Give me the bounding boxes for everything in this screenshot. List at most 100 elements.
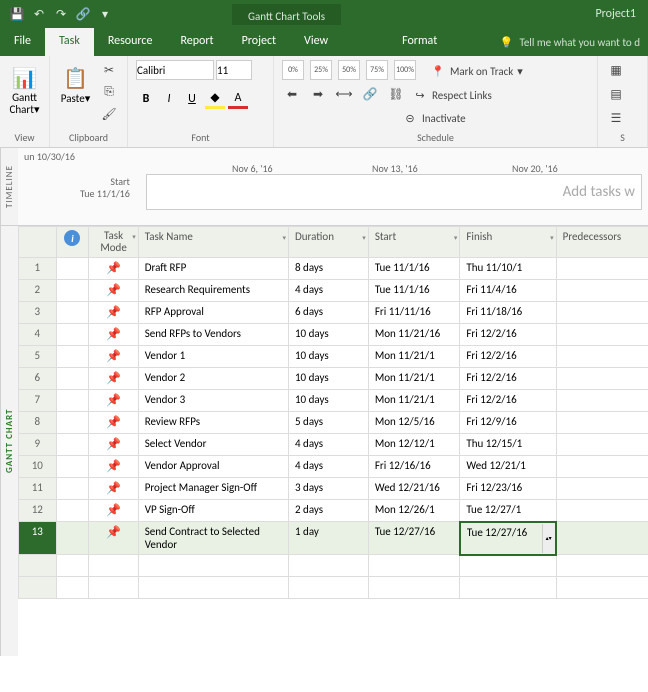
cell-rownum[interactable]: 3 [19, 302, 57, 324]
qat-more-icon[interactable]: ▾ [96, 5, 114, 23]
cell-start[interactable]: Mon 12/5/16 [368, 412, 460, 434]
cell-indicator[interactable] [56, 390, 89, 412]
cell-predecessors[interactable] [556, 280, 648, 302]
cell-rownum[interactable]: 11 [19, 478, 57, 500]
table-row[interactable]: 12📌VP Sign-Off2 daysMon 12/26/1Tue 12/27… [19, 500, 648, 522]
table-row[interactable]: 10📌Vendor Approval4 daysFri 12/16/16Wed … [19, 456, 648, 478]
inactivate-button[interactable]: Inactivate [422, 112, 466, 125]
cell-taskname[interactable]: Vendor 1 [138, 346, 288, 368]
redo-icon[interactable]: ↷ [52, 5, 70, 23]
table-row[interactable]: 5 📌Vendor 110 daysMon 11/21/1Fri 12/2/16 [19, 346, 648, 368]
cell-indicator[interactable] [56, 522, 89, 555]
cell-taskname[interactable]: Send RFPs to Vendors [138, 324, 288, 346]
pct-75[interactable]: 75% [366, 60, 388, 80]
cell-start[interactable]: Fri 12/16/16 [368, 456, 460, 478]
cell-finish[interactable]: Fri 12/23/16 [460, 478, 556, 500]
cell-finish[interactable]: Fri 12/2/16 [460, 324, 556, 346]
link-icon[interactable]: 🔗 [74, 5, 92, 23]
cell-start[interactable]: Mon 11/21/1 [368, 346, 460, 368]
cell-rownum[interactable]: 12 [19, 500, 57, 522]
col-predecessors[interactable]: Predecessors▾ [556, 227, 648, 258]
pct-50[interactable]: 50% [338, 60, 360, 80]
undo-icon[interactable]: ↶ [30, 5, 48, 23]
cell-taskmode[interactable]: 📌 [89, 346, 138, 368]
cell-taskmode[interactable]: 📌 [89, 390, 138, 412]
cell-taskname[interactable]: Project Manager Sign-Off [138, 478, 288, 500]
move-task-icon[interactable]: ▦ [606, 60, 626, 80]
cell-taskmode[interactable]: 📌 [89, 478, 138, 500]
font-name-select[interactable] [136, 60, 214, 80]
background-color-button[interactable]: ◆ [205, 89, 225, 109]
cell-rownum[interactable]: 10 [19, 456, 57, 478]
format-painter-icon[interactable]: 🖌 [99, 104, 119, 124]
cell-start[interactable]: Fri 11/11/16 [368, 302, 460, 324]
tab-view[interactable]: View [290, 28, 342, 56]
cell-duration[interactable]: 10 days [288, 346, 368, 368]
table-row[interactable]: 7📌Vendor 310 daysMon 11/21/1Fri 12/2/16 [19, 390, 648, 412]
col-taskname[interactable]: Task Name▾ [138, 227, 288, 258]
cell-indicator[interactable] [56, 302, 89, 324]
cell-finish[interactable]: Wed 12/21/1 [460, 456, 556, 478]
cell-finish[interactable]: Thu 12/15/1 [460, 434, 556, 456]
mark-on-track-button[interactable]: Mark on Track [450, 65, 513, 78]
cell-predecessors[interactable] [556, 478, 648, 500]
cell-duration[interactable]: 4 days [288, 456, 368, 478]
cell-predecessors[interactable] [556, 456, 648, 478]
link-tasks-icon[interactable]: 🔗 [360, 84, 380, 104]
cell-indicator[interactable] [56, 258, 89, 280]
spinner-icon[interactable]: ▴▾ [542, 524, 554, 553]
inspect-icon[interactable]: ☰ [606, 108, 626, 128]
table-row[interactable]: 13📌Send Contract to Selected Vendor1 day… [19, 522, 648, 555]
cell-taskmode[interactable]: 📌 [89, 302, 138, 324]
split-task-icon[interactable]: ⟷ [334, 84, 354, 104]
cell-taskname[interactable]: Select Vendor [138, 434, 288, 456]
indent-icon[interactable]: ➡ [308, 84, 328, 104]
unlink-tasks-icon[interactable]: ⛓ [386, 84, 406, 104]
cell-predecessors[interactable] [556, 302, 648, 324]
tell-me[interactable]: 💡Tell me what you want to d [492, 28, 648, 56]
cell-rownum[interactable]: 5 [19, 346, 57, 368]
cell-taskname[interactable]: Vendor 2 [138, 368, 288, 390]
table-row[interactable]: 2📌Research Requirements4 daysTue 11/1/16… [19, 280, 648, 302]
cell-taskmode[interactable]: 📌 [89, 500, 138, 522]
italic-button[interactable]: I [159, 89, 179, 109]
paste-button[interactable]: 📋 Paste▾ [58, 60, 93, 105]
cell-predecessors[interactable] [556, 258, 648, 280]
underline-button[interactable]: U [182, 89, 202, 109]
table-row[interactable]: 9📌Select Vendor4 daysMon 12/12/1Thu 12/1… [19, 434, 648, 456]
cell-rownum[interactable]: 7 [19, 390, 57, 412]
cell-taskname[interactable]: Draft RFP [138, 258, 288, 280]
table-row[interactable]: 8📌Review RFPs5 daysMon 12/5/16Fri 12/9/1… [19, 412, 648, 434]
cell-taskname[interactable]: Vendor Approval [138, 456, 288, 478]
cell-finish[interactable]: Fri 11/4/16 [460, 280, 556, 302]
cell-taskmode[interactable]: 📌 [89, 258, 138, 280]
cell-finish[interactable]: Fri 12/2/16 [460, 368, 556, 390]
cell-finish[interactable]: Tue 12/27/16▴▾ [460, 522, 556, 555]
col-duration[interactable]: Duration▾ [288, 227, 368, 258]
cell-indicator[interactable] [56, 280, 89, 302]
cell-taskmode[interactable]: 📌 [89, 280, 138, 302]
cell-predecessors[interactable] [556, 522, 648, 555]
cell-finish[interactable]: Thu 11/10/1 [460, 258, 556, 280]
col-taskmode[interactable]: Task Mode▾ [89, 227, 138, 258]
cell-taskname[interactable]: Research Requirements [138, 280, 288, 302]
cell-duration[interactable]: 1 day [288, 522, 368, 555]
cell-indicator[interactable] [56, 368, 89, 390]
cell-predecessors[interactable] [556, 324, 648, 346]
cell-finish[interactable]: Fri 12/2/16 [460, 346, 556, 368]
tab-task[interactable]: Task [45, 28, 94, 56]
cell-taskmode[interactable]: 📌 [89, 368, 138, 390]
cell-rownum[interactable]: 9 [19, 434, 57, 456]
cell-indicator[interactable] [56, 434, 89, 456]
cell-start[interactable]: Tue 12/27/16 [368, 522, 460, 555]
cell-start[interactable]: Mon 12/26/1 [368, 500, 460, 522]
cell-duration[interactable]: 8 days [288, 258, 368, 280]
font-color-button[interactable]: A [228, 89, 248, 109]
table-row-empty[interactable] [19, 577, 648, 599]
cell-start[interactable]: Mon 12/12/1 [368, 434, 460, 456]
table-row[interactable]: 1📌Draft RFP8 daysTue 11/1/16Thu 11/10/1 [19, 258, 648, 280]
tab-format[interactable]: Format [388, 28, 451, 56]
cell-start[interactable]: Mon 11/21/16 [368, 324, 460, 346]
table-row[interactable]: 6📌Vendor 210 daysMon 11/21/1Fri 12/2/16 [19, 368, 648, 390]
cell-predecessors[interactable] [556, 368, 648, 390]
